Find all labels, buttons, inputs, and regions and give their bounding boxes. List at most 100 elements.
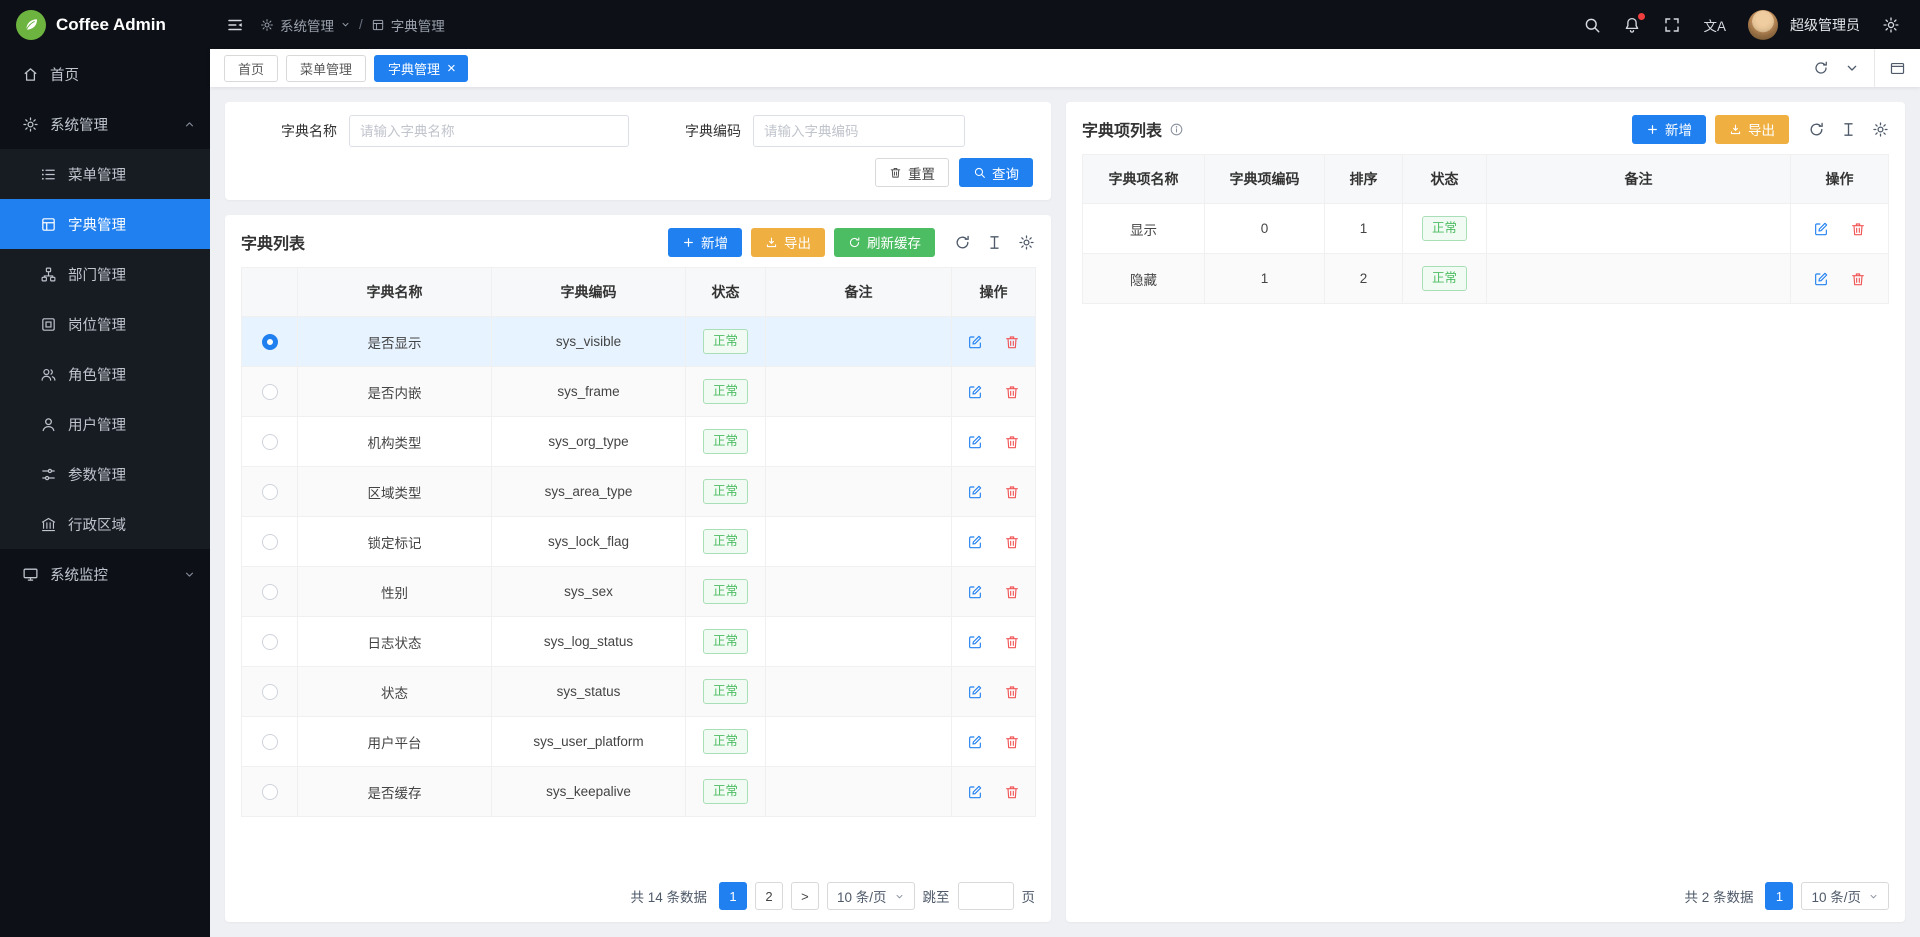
sidebar-item-menu[interactable]: 菜单管理: [0, 149, 210, 199]
avatar[interactable]: [1748, 10, 1778, 40]
page-button-1[interactable]: 1: [1765, 882, 1793, 910]
row-radio[interactable]: [262, 384, 278, 400]
row-radio[interactable]: [262, 734, 278, 750]
dict-table-row[interactable]: 是否缓存 sys_keepalive 正常: [242, 767, 1036, 817]
delete-icon[interactable]: [1850, 221, 1866, 237]
sidebar-item-post[interactable]: 岗位管理: [0, 299, 210, 349]
export-dict-items-button[interactable]: 导出: [1715, 115, 1789, 144]
edit-icon[interactable]: [967, 334, 983, 350]
pagination-total: 共 14 条数据: [630, 886, 707, 906]
tab-close-icon[interactable]: ×: [447, 61, 456, 76]
delete-icon[interactable]: [1004, 684, 1020, 700]
sidebar-item-dept[interactable]: 部门管理: [0, 249, 210, 299]
reload-table-icon[interactable]: [1808, 121, 1825, 138]
delete-icon[interactable]: [1004, 484, 1020, 500]
add-dict-item-button[interactable]: 新增: [1632, 115, 1706, 144]
row-radio[interactable]: [262, 584, 278, 600]
edit-icon[interactable]: [1813, 221, 1829, 237]
dict-table-row[interactable]: 机构类型 sys_org_type 正常: [242, 417, 1036, 467]
sidebar-item-monitor[interactable]: 系统监控: [0, 549, 210, 599]
language-switch-icon[interactable]: 文A: [1703, 15, 1726, 35]
delete-icon[interactable]: [1004, 384, 1020, 400]
row-density-icon[interactable]: [1840, 121, 1857, 138]
breadcrumb-item-dict[interactable]: 字典管理: [371, 15, 445, 35]
dict-table-row[interactable]: 性别 sys_sex 正常: [242, 567, 1036, 617]
delete-icon[interactable]: [1004, 634, 1020, 650]
sidebar-item-dict[interactable]: 字典管理: [0, 199, 210, 249]
row-radio[interactable]: [262, 634, 278, 650]
sidebar-item-system[interactable]: 系统管理: [0, 99, 210, 149]
dict-table-row[interactable]: 锁定标记 sys_lock_flag 正常: [242, 517, 1036, 567]
edit-icon[interactable]: [967, 484, 983, 500]
sidebar-item-param[interactable]: 参数管理: [0, 449, 210, 499]
reload-table-icon[interactable]: [954, 234, 971, 251]
tab-1[interactable]: 菜单管理: [286, 55, 366, 82]
edit-icon[interactable]: [967, 634, 983, 650]
dict-name-input[interactable]: [349, 115, 629, 147]
dict-item-row[interactable]: 显示 0 1 正常: [1083, 204, 1889, 254]
sidebar-item-role[interactable]: 角色管理: [0, 349, 210, 399]
page-button-1[interactable]: 1: [719, 882, 747, 910]
table-settings-gear-icon[interactable]: [1872, 121, 1889, 138]
edit-icon[interactable]: [967, 434, 983, 450]
delete-icon[interactable]: [1004, 784, 1020, 800]
username[interactable]: 超级管理员: [1790, 15, 1860, 35]
collapse-sidebar-icon[interactable]: [226, 16, 244, 34]
delete-icon[interactable]: [1004, 534, 1020, 550]
refresh-cache-button[interactable]: 刷新缓存: [834, 228, 935, 257]
row-density-icon[interactable]: [986, 234, 1003, 251]
reset-button[interactable]: 重置: [875, 158, 949, 187]
query-button[interactable]: 查询: [959, 158, 1033, 187]
delete-icon[interactable]: [1004, 434, 1020, 450]
table-settings-gear-icon[interactable]: [1018, 234, 1035, 251]
tab-2[interactable]: 字典管理 ×: [374, 55, 468, 82]
dict-table-row[interactable]: 是否显示 sys_visible 正常: [242, 317, 1036, 367]
row-radio[interactable]: [262, 684, 278, 700]
dict-table-row[interactable]: 区域类型 sys_area_type 正常: [242, 467, 1036, 517]
edit-icon[interactable]: [967, 684, 983, 700]
fullscreen-icon[interactable]: [1663, 16, 1681, 34]
edit-icon[interactable]: [1813, 271, 1829, 287]
row-radio[interactable]: [262, 484, 278, 500]
dict-item-row[interactable]: 隐藏 1 2 正常: [1083, 254, 1889, 304]
app-logo[interactable]: Coffee Admin: [0, 0, 210, 49]
dict-code-input[interactable]: [753, 115, 965, 147]
cell-dict-code: sys_status: [492, 667, 686, 717]
notifications-bell-icon[interactable]: [1623, 16, 1641, 34]
sidebar-item-home[interactable]: 首页: [0, 49, 210, 99]
settings-gear-icon[interactable]: [1882, 16, 1900, 34]
content-fullscreen-toggle[interactable]: [1874, 49, 1920, 87]
dict-table-row[interactable]: 日志状态 sys_log_status 正常: [242, 617, 1036, 667]
search-icon[interactable]: [1583, 16, 1601, 34]
refresh-page-icon[interactable]: [1813, 60, 1829, 76]
delete-icon[interactable]: [1004, 334, 1020, 350]
info-icon[interactable]: [1169, 122, 1184, 137]
row-radio[interactable]: [262, 784, 278, 800]
row-radio[interactable]: [262, 434, 278, 450]
dict-table-row[interactable]: 是否内嵌 sys_frame 正常: [242, 367, 1036, 417]
dict-table-row[interactable]: 用户平台 sys_user_platform 正常: [242, 717, 1036, 767]
edit-icon[interactable]: [967, 384, 983, 400]
page-size-select[interactable]: 10 条/页: [827, 882, 915, 910]
edit-icon[interactable]: [967, 534, 983, 550]
edit-icon[interactable]: [967, 584, 983, 600]
page-size-select[interactable]: 10 条/页: [1801, 882, 1889, 910]
edit-icon[interactable]: [967, 734, 983, 750]
row-radio[interactable]: [262, 334, 278, 350]
row-radio[interactable]: [262, 534, 278, 550]
sidebar-item-user[interactable]: 用户管理: [0, 399, 210, 449]
page-button-2[interactable]: 2: [755, 882, 783, 910]
tab-0[interactable]: 首页: [224, 55, 278, 82]
delete-icon[interactable]: [1850, 271, 1866, 287]
delete-icon[interactable]: [1004, 734, 1020, 750]
dict-table-row[interactable]: 状态 sys_status 正常: [242, 667, 1036, 717]
sidebar-item-region[interactable]: 行政区域: [0, 499, 210, 549]
jump-page-input[interactable]: [958, 882, 1014, 910]
add-dict-button[interactable]: 新增: [668, 228, 742, 257]
export-dict-button[interactable]: 导出: [751, 228, 825, 257]
tab-menu-chevron-icon[interactable]: [1844, 60, 1860, 76]
edit-icon[interactable]: [967, 784, 983, 800]
breadcrumb-item-system[interactable]: 系统管理: [260, 15, 351, 35]
next-page-button[interactable]: >: [791, 882, 819, 910]
delete-icon[interactable]: [1004, 584, 1020, 600]
